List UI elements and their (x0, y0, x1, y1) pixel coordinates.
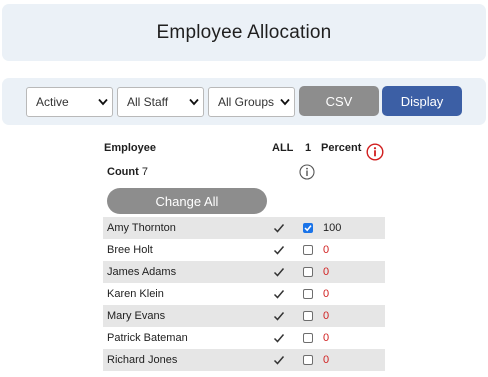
employee-name: Amy Thornton (107, 222, 176, 234)
list-item: Karen Klein 0 (103, 283, 385, 305)
count-line: Count 7 (107, 166, 148, 178)
info-icon[interactable] (366, 143, 384, 161)
employee-column-header: Employee (104, 142, 156, 154)
chevron-down-icon (98, 98, 108, 106)
list-item: Bree Holt 0 (103, 239, 385, 261)
percent-value: 0 (323, 288, 330, 300)
page-title: Employee Allocation (156, 21, 332, 43)
filter-toolbar: Active All Staff All Groups CSV Display (2, 78, 486, 125)
assign-checkbox[interactable] (303, 355, 313, 365)
display-button[interactable]: Display (382, 86, 462, 116)
one-column-header: 1 (305, 142, 312, 154)
csv-button[interactable]: CSV (299, 86, 379, 116)
employee-name: Richard Jones (107, 354, 178, 366)
assign-checkbox[interactable] (303, 267, 313, 277)
percent-value: 0 (323, 266, 330, 278)
staff-select-value: All Staff (127, 95, 169, 109)
percent-value: 0 (323, 354, 330, 366)
assign-checkbox[interactable] (303, 311, 313, 321)
percent-value: 0 (323, 310, 330, 322)
status-select[interactable]: Active (26, 87, 113, 117)
list-item: Richard Jones 0 (103, 349, 385, 371)
all-column-header: ALL (272, 142, 294, 154)
status-select-value: Active (36, 95, 69, 109)
assign-checkbox[interactable] (303, 289, 313, 299)
check-icon (273, 246, 285, 255)
employee-name: Mary Evans (107, 310, 166, 322)
assign-checkbox[interactable] (303, 245, 313, 255)
assign-checkbox[interactable] (303, 223, 313, 233)
count-value: 7 (141, 166, 148, 178)
percent-column-header: Percent (321, 142, 362, 154)
assign-checkbox[interactable] (303, 333, 313, 343)
change-all-button[interactable]: Change All (107, 188, 267, 214)
chevron-down-icon (189, 98, 199, 106)
info-icon[interactable] (299, 164, 315, 180)
employee-list: Amy Thornton 100 Bree Holt 0 James Adams… (103, 217, 385, 371)
list-item: Patrick Bateman 0 (103, 327, 385, 349)
check-icon (273, 312, 285, 321)
employee-name: James Adams (107, 266, 177, 278)
check-icon (273, 356, 285, 365)
employee-name: Bree Holt (107, 244, 153, 256)
title-panel: Employee Allocation (2, 4, 486, 61)
list-item: Amy Thornton 100 (103, 217, 385, 239)
employee-name: Karen Klein (107, 288, 164, 300)
groups-select[interactable]: All Groups (208, 87, 295, 117)
check-icon (273, 268, 285, 277)
percent-value: 0 (323, 332, 330, 344)
employee-name: Patrick Bateman (107, 332, 188, 344)
check-icon (273, 334, 285, 343)
staff-select[interactable]: All Staff (117, 87, 204, 117)
percent-value: 100 (323, 222, 342, 234)
chevron-down-icon (280, 98, 290, 106)
check-icon (273, 224, 285, 233)
list-item: Mary Evans 0 (103, 305, 385, 327)
count-label: Count (107, 166, 139, 178)
check-icon (273, 290, 285, 299)
percent-value: 0 (323, 244, 330, 256)
groups-select-value: All Groups (218, 95, 275, 109)
list-item: James Adams 0 (103, 261, 385, 283)
